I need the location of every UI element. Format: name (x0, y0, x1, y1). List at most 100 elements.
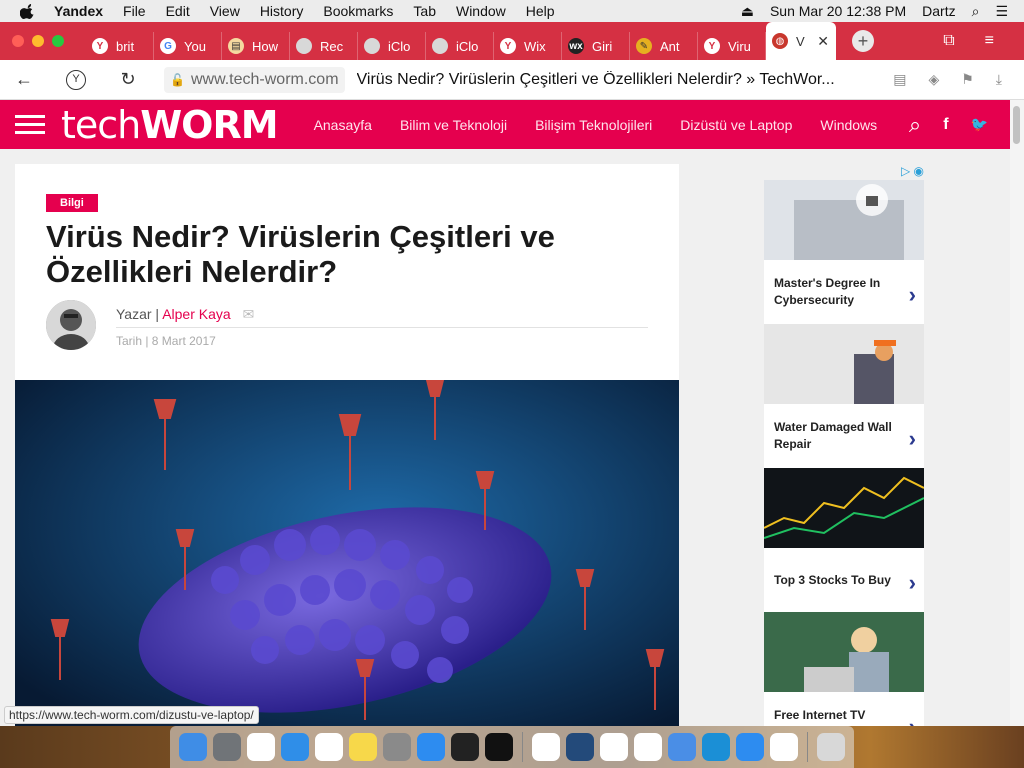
office-icon[interactable] (532, 733, 560, 761)
menu-bookmarks[interactable]: Bookmarks (323, 3, 393, 19)
nav-anasayfa[interactable]: Anasayfa (314, 117, 372, 133)
ad-image[interactable] (764, 612, 924, 692)
tab-item[interactable]: ✎ Ant (630, 32, 698, 60)
menu-view[interactable]: View (210, 3, 240, 19)
tab-item[interactable]: ▤ How (222, 32, 290, 60)
chrome-icon[interactable] (247, 733, 275, 761)
zoom-window-button[interactable] (52, 35, 64, 47)
tab-item[interactable]: Y Wix (494, 32, 562, 60)
tab-item[interactable]: Y Viru (698, 32, 766, 60)
url-text: www.tech-worm.com (190, 70, 339, 88)
category-badge[interactable]: Bilgi (46, 194, 98, 212)
facebook-icon[interactable]: f (943, 116, 948, 134)
tab-item[interactable]: iClo (358, 32, 426, 60)
tab-active[interactable]: ◍ V ✕ (766, 22, 836, 60)
bookmark-icon[interactable]: ⚑ (961, 71, 974, 88)
lock-icon[interactable]: 🔓 (170, 73, 185, 87)
magnet-icon[interactable] (600, 733, 628, 761)
diamond-app-icon[interactable] (668, 733, 696, 761)
app-store-downloads-icon[interactable] (736, 733, 764, 761)
ad-card[interactable]: Top 3 Stocks To Buy › (764, 468, 924, 612)
mail-icon[interactable]: ✉ (243, 306, 255, 322)
ad-text[interactable]: Water Damaged Wall Repair › (764, 404, 924, 468)
chevron-right-icon[interactable]: › (909, 714, 916, 726)
yandex-home-icon[interactable]: Y (66, 69, 86, 90)
magnet-2-icon[interactable] (770, 733, 798, 761)
nav-dizustu-ve-laptop[interactable]: Dizüstü ve Laptop (680, 117, 792, 133)
finder-icon[interactable] (179, 733, 207, 761)
ad-text[interactable]: Free Internet TV Streaming › (764, 692, 924, 726)
nav-windows[interactable]: Windows (820, 117, 877, 133)
ad-card[interactable]: Water Damaged Wall Repair › (764, 324, 924, 468)
menu-help[interactable]: Help (526, 3, 555, 19)
tab-item[interactable]: Rec (290, 32, 358, 60)
tabs-overview-icon[interactable]: ⧉ (943, 32, 954, 50)
tab-favicon-icon: ✎ (636, 38, 652, 54)
yandex-icon[interactable] (634, 733, 662, 761)
reload-icon[interactable]: ↻ (118, 69, 138, 90)
activity-monitor-icon[interactable] (451, 733, 479, 761)
twitter-icon[interactable]: 🐦 (971, 116, 988, 133)
control-center-icon[interactable]: ☰ (995, 3, 1008, 20)
hamburger-menu-icon[interactable] (15, 110, 45, 139)
trash-icon[interactable] (817, 733, 845, 761)
menu-tab[interactable]: Tab (413, 3, 436, 19)
menu-file[interactable]: File (123, 3, 146, 19)
safari-icon[interactable] (281, 733, 309, 761)
ad-card[interactable]: Free Internet TV Streaming › (764, 612, 924, 726)
terminal-icon[interactable] (485, 733, 513, 761)
tab-item[interactable]: G You (154, 32, 222, 60)
app-store-icon[interactable] (417, 733, 445, 761)
nav-bilim-ve-teknoloji[interactable]: Bilim ve Teknoloji (400, 117, 507, 133)
tab-label: Wix (524, 38, 546, 54)
chevron-right-icon[interactable]: › (909, 426, 916, 452)
dock-separator (807, 732, 808, 762)
minimize-window-button[interactable] (32, 35, 44, 47)
ad-text[interactable]: Master's Degree In Cybersecurity › (764, 260, 924, 324)
ad-image[interactable] (764, 468, 924, 548)
notes-icon[interactable] (349, 733, 377, 761)
adchoices-icon[interactable]: ▷ ◉ (764, 164, 924, 180)
author-name-link[interactable]: Alper Kaya (162, 306, 230, 322)
calendar-icon[interactable] (315, 733, 343, 761)
tab-item[interactable]: wx Giri (562, 32, 630, 60)
page-scrollbar[interactable] (1010, 100, 1024, 726)
ad-title: Top 3 Stocks To Buy (774, 572, 891, 587)
url-field[interactable]: 🔓 www.tech-worm.com (164, 66, 345, 93)
edge-icon[interactable] (702, 733, 730, 761)
browser-menu-icon[interactable]: ≡ (985, 32, 994, 50)
eject-icon[interactable]: ⏏ (741, 3, 754, 20)
menu-app-name[interactable]: Yandex (54, 3, 103, 19)
tab-item[interactable]: iClo (426, 32, 494, 60)
ad-image[interactable] (764, 180, 924, 260)
search-icon[interactable]: ⌕ (909, 112, 921, 138)
ad-text[interactable]: Top 3 Stocks To Buy › (764, 548, 924, 612)
tab-item[interactable]: Ybrit (86, 32, 154, 60)
ad-image[interactable] (764, 324, 924, 404)
close-tab-icon[interactable]: ✕ (817, 33, 829, 50)
page-title-in-address[interactable]: Virüs Nedir? Virüslerin Çeşitleri ve Öze… (357, 71, 857, 89)
author-avatar[interactable] (46, 300, 96, 350)
site-logo[interactable]: techWORM (61, 103, 279, 147)
clock[interactable]: Sun Mar 20 12:38 PM (770, 3, 906, 19)
new-tab-button[interactable]: + (852, 30, 874, 52)
spotlight-icon[interactable]: ⌕ (972, 3, 980, 20)
menu-edit[interactable]: Edit (166, 3, 190, 19)
menu-window[interactable]: Window (456, 3, 506, 19)
shield-icon[interactable] (566, 733, 594, 761)
system-preferences-icon[interactable] (383, 733, 411, 761)
back-arrow-icon[interactable]: ← (14, 69, 34, 90)
dock (170, 726, 854, 768)
download-icon[interactable]: ⤓ (996, 71, 1002, 88)
protect-icon[interactable]: ◈ (928, 71, 939, 88)
nav-bilisim-teknolojileri[interactable]: Bilişim Teknolojileri (535, 117, 652, 133)
ad-card[interactable]: Master's Degree In Cybersecurity › (764, 180, 924, 324)
menu-history[interactable]: History (260, 3, 304, 19)
reader-mode-icon[interactable]: ▤ (893, 71, 906, 88)
user-name[interactable]: Dartz (922, 3, 955, 19)
launchpad-icon[interactable] (213, 733, 241, 761)
close-window-button[interactable] (12, 35, 24, 47)
chevron-right-icon[interactable]: › (909, 282, 916, 308)
chevron-right-icon[interactable]: › (909, 570, 916, 596)
apple-icon[interactable] (20, 3, 36, 19)
